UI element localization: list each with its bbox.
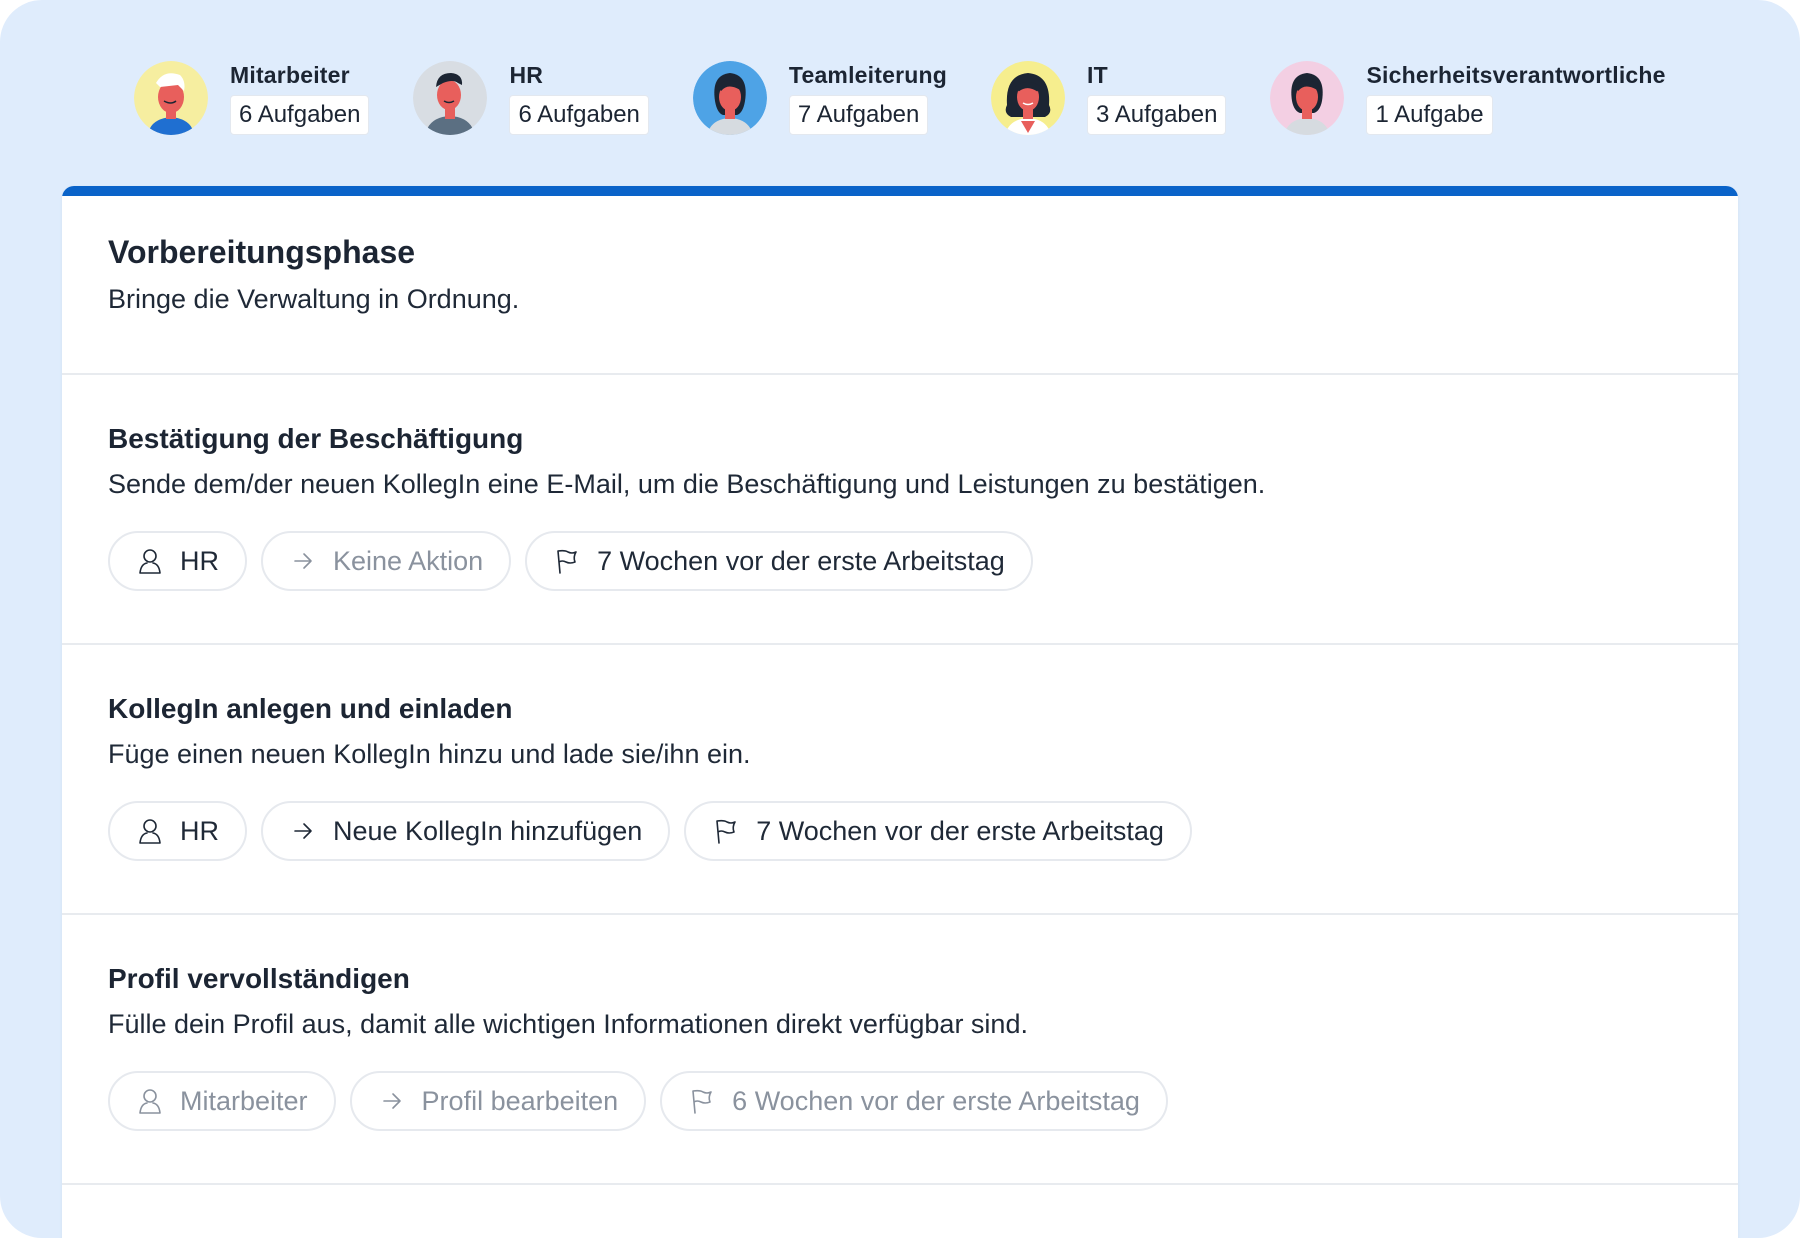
team-lead-avatar-icon (692, 61, 767, 135)
role-task-count: 7 Aufgaben (788, 95, 929, 135)
role-name: Mitarbeiter (230, 62, 350, 88)
task-chips: Mitarbeiter Profil bearbeiten 6 Wochen v… (108, 1071, 1692, 1131)
action-label: Neue KollegIn hinzufügen (333, 815, 643, 846)
role-name: Teamleiterung (788, 62, 948, 88)
assignee-chip[interactable]: Mitarbeiter (108, 1071, 336, 1131)
action-chip[interactable]: Keine Aktion (261, 531, 512, 591)
task-description: Füge einen neuen KollegIn hinzu und lade… (108, 739, 751, 769)
due-chip[interactable]: 7 Wochen vor der erste Arbeitstag (684, 801, 1192, 861)
user-icon (136, 547, 164, 575)
flag-icon (688, 1087, 716, 1115)
task-chips: HR Keine Aktion 7 Wochen vor der erste A… (108, 531, 1692, 591)
arrow-right-icon (289, 817, 317, 845)
it-avatar-icon (991, 61, 1066, 135)
assignee-label: Mitarbeiter (180, 1085, 308, 1116)
role-name: IT (1087, 62, 1108, 88)
task-description: Sende dem/der neuen KollegIn eine E-Mail… (108, 469, 1266, 499)
security-officer-avatar-icon (1270, 61, 1345, 135)
user-icon (136, 817, 164, 845)
role-name: Sicherheitsverantwortliche (1366, 62, 1666, 88)
role-it[interactable]: IT 3 Aufgaben (991, 61, 1227, 135)
role-security-officer[interactable]: Sicherheitsverantwortliche 1 Aufgabe (1270, 61, 1665, 135)
due-label: 7 Wochen vor der erste Arbeitstag (597, 545, 1005, 576)
role-task-count: 3 Aufgaben (1087, 95, 1227, 135)
action-label: Keine Aktion (333, 545, 484, 576)
assignee-chip[interactable]: HR (108, 801, 247, 861)
roles-bar: Mitarbeiter 6 Aufgaben HR 6 Aufgaben Tea… (134, 60, 1666, 136)
due-label: 6 Wochen vor der erste Arbeitstag (732, 1085, 1140, 1116)
employee-avatar-icon (134, 61, 208, 135)
task-title: KollegIn anlegen und einladen (108, 693, 513, 724)
role-task-count: 1 Aufgabe (1366, 95, 1493, 135)
phase-subtitle: Bringe die Verwaltung in Ordnung. (108, 284, 520, 314)
assignee-label: HR (180, 545, 219, 576)
hr-avatar-icon (413, 61, 488, 135)
flag-icon (712, 817, 740, 845)
role-hr[interactable]: HR 6 Aufgaben (413, 61, 649, 135)
assignee-label: HR (180, 815, 219, 846)
role-task-count: 6 Aufgaben (230, 95, 370, 135)
arrow-right-icon (289, 547, 317, 575)
assignee-chip[interactable]: HR (108, 531, 247, 591)
due-chip[interactable]: 7 Wochen vor der erste Arbeitstag (525, 531, 1033, 591)
task-item[interactable]: KollegIn anlegen und einladen Füge einen… (62, 645, 1738, 915)
phase-title: Vorbereitungsphase (108, 234, 416, 270)
phase-header: Vorbereitungsphase Bringe die Verwaltung… (62, 196, 1738, 375)
task-title: Profil vervollständigen (108, 963, 410, 994)
task-item[interactable]: Profil vervollständigen Fülle dein Profi… (62, 915, 1738, 1185)
app-background: Mitarbeiter 6 Aufgaben HR 6 Aufgaben Tea… (0, 0, 1800, 1238)
role-team-lead[interactable]: Teamleiterung 7 Aufgaben (692, 61, 948, 135)
action-chip[interactable]: Profil bearbeiten (349, 1071, 647, 1131)
due-chip[interactable]: 6 Wochen vor der erste Arbeitstag (660, 1071, 1168, 1131)
role-employee[interactable]: Mitarbeiter 6 Aufgaben (134, 61, 370, 135)
card-accent-bar (62, 186, 1738, 196)
task-item[interactable]: Bestätigung der Beschäftigung Sende dem/… (62, 375, 1738, 645)
flag-icon (553, 547, 581, 575)
action-chip[interactable]: Neue KollegIn hinzufügen (261, 801, 671, 861)
due-label: 7 Wochen vor der erste Arbeitstag (756, 815, 1164, 846)
task-title: Bestätigung der Beschäftigung (108, 423, 524, 454)
role-name: HR (509, 62, 544, 88)
user-icon (136, 1087, 164, 1115)
phase-card: Vorbereitungsphase Bringe die Verwaltung… (62, 186, 1738, 1238)
role-task-count: 6 Aufgaben (509, 95, 649, 135)
task-chips: HR Neue KollegIn hinzufügen 7 Wochen vor… (108, 801, 1692, 861)
action-label: Profil bearbeiten (421, 1085, 619, 1116)
arrow-right-icon (378, 1087, 406, 1115)
task-description: Fülle dein Profil aus, damit alle wichti… (108, 1009, 1028, 1039)
